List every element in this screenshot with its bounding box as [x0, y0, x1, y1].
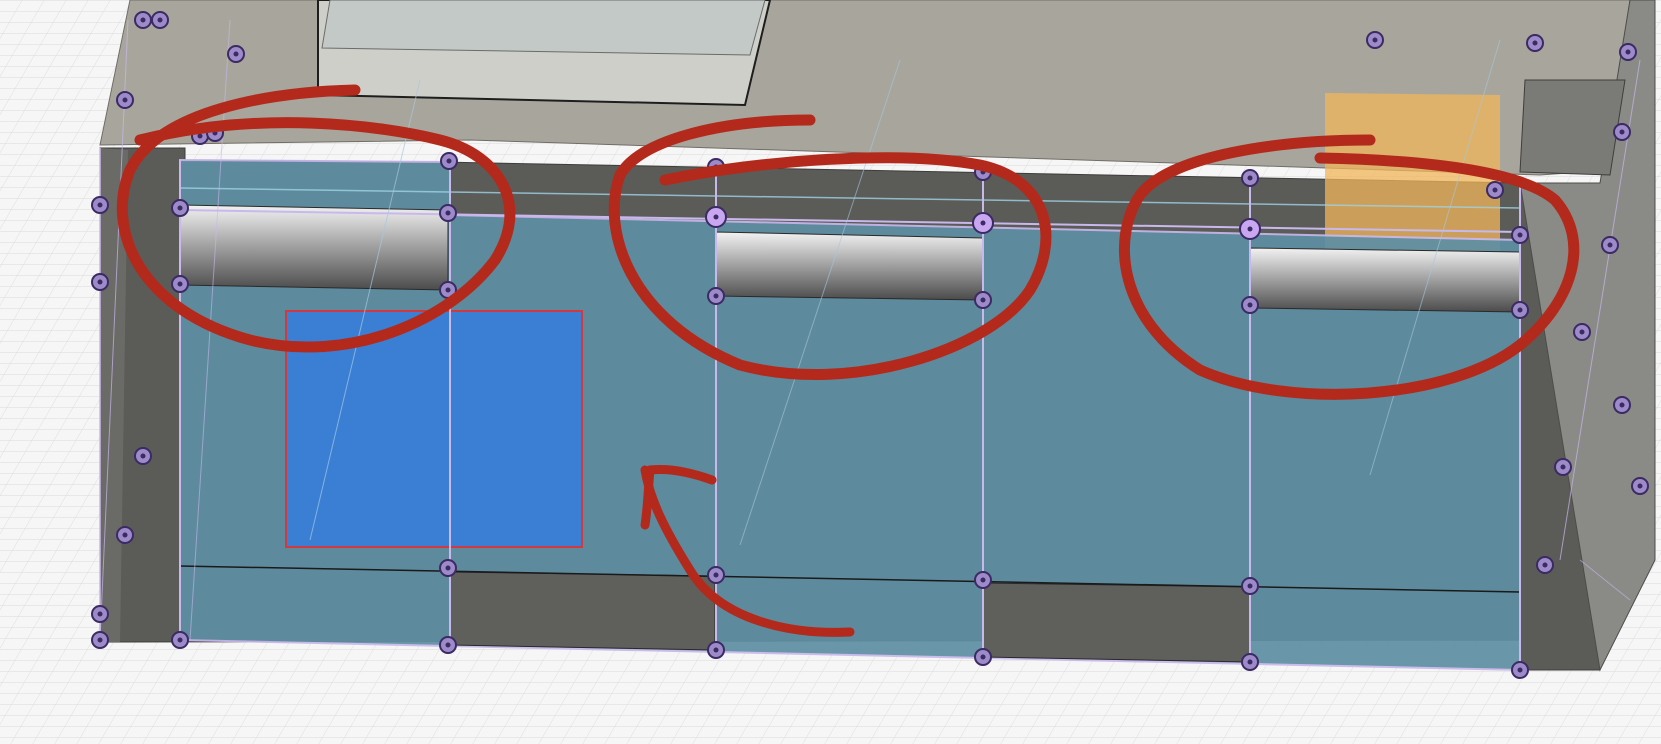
point-icon[interactable]	[116, 526, 134, 544]
point-icon[interactable]	[171, 631, 189, 649]
point-icon[interactable]	[91, 605, 109, 623]
point-icon[interactable]	[439, 559, 457, 577]
point-icon[interactable]	[439, 204, 457, 222]
point-icon[interactable]	[1241, 577, 1259, 595]
point-icon[interactable]	[440, 152, 458, 170]
bottom-recess-2[interactable]	[982, 582, 1251, 663]
slot-1[interactable]	[179, 204, 449, 291]
point-icon[interactable]	[91, 273, 109, 291]
point-icon[interactable]	[1366, 31, 1384, 49]
point-icon[interactable]	[707, 287, 725, 305]
point-icon[interactable]	[705, 206, 727, 228]
body-top-tab-inner	[321, 0, 766, 56]
point-icon[interactable]	[974, 648, 992, 666]
point-icon[interactable]	[1511, 301, 1529, 319]
bottom-recess-1[interactable]	[449, 571, 716, 651]
point-icon[interactable]	[1601, 236, 1619, 254]
point-icon[interactable]	[1241, 169, 1259, 187]
point-icon[interactable]	[134, 11, 152, 29]
cad-viewport[interactable]	[0, 0, 1661, 744]
slot-3[interactable]	[1249, 247, 1521, 313]
point-icon[interactable]	[1554, 458, 1572, 476]
point-icon[interactable]	[1526, 34, 1544, 52]
point-icon[interactable]	[974, 291, 992, 309]
point-icon[interactable]	[439, 636, 457, 654]
point-icon[interactable]	[134, 447, 152, 465]
point-icon[interactable]	[972, 212, 994, 234]
point-icon[interactable]	[1619, 43, 1637, 61]
slot-2[interactable]	[715, 231, 984, 301]
point-icon[interactable]	[974, 571, 992, 589]
point-icon[interactable]	[1241, 653, 1259, 671]
point-icon[interactable]	[1631, 477, 1649, 495]
point-icon[interactable]	[1511, 226, 1529, 244]
right-top-block[interactable]	[1519, 79, 1626, 176]
3d-scene[interactable]	[0, 0, 1661, 744]
point-icon[interactable]	[1613, 396, 1631, 414]
point-icon[interactable]	[91, 196, 109, 214]
point-icon[interactable]	[1511, 661, 1529, 679]
point-icon[interactable]	[171, 199, 189, 217]
point-icon[interactable]	[1239, 218, 1261, 240]
point-icon[interactable]	[707, 566, 725, 584]
point-icon[interactable]	[1573, 323, 1591, 341]
point-icon[interactable]	[91, 631, 109, 649]
point-icon[interactable]	[116, 91, 134, 109]
point-icon[interactable]	[1486, 181, 1504, 199]
point-icon[interactable]	[171, 275, 189, 293]
point-icon[interactable]	[1536, 556, 1554, 574]
point-icon[interactable]	[227, 45, 245, 63]
point-icon[interactable]	[151, 11, 169, 29]
point-icon[interactable]	[1613, 123, 1631, 141]
point-icon[interactable]	[1241, 296, 1259, 314]
point-icon[interactable]	[707, 641, 725, 659]
